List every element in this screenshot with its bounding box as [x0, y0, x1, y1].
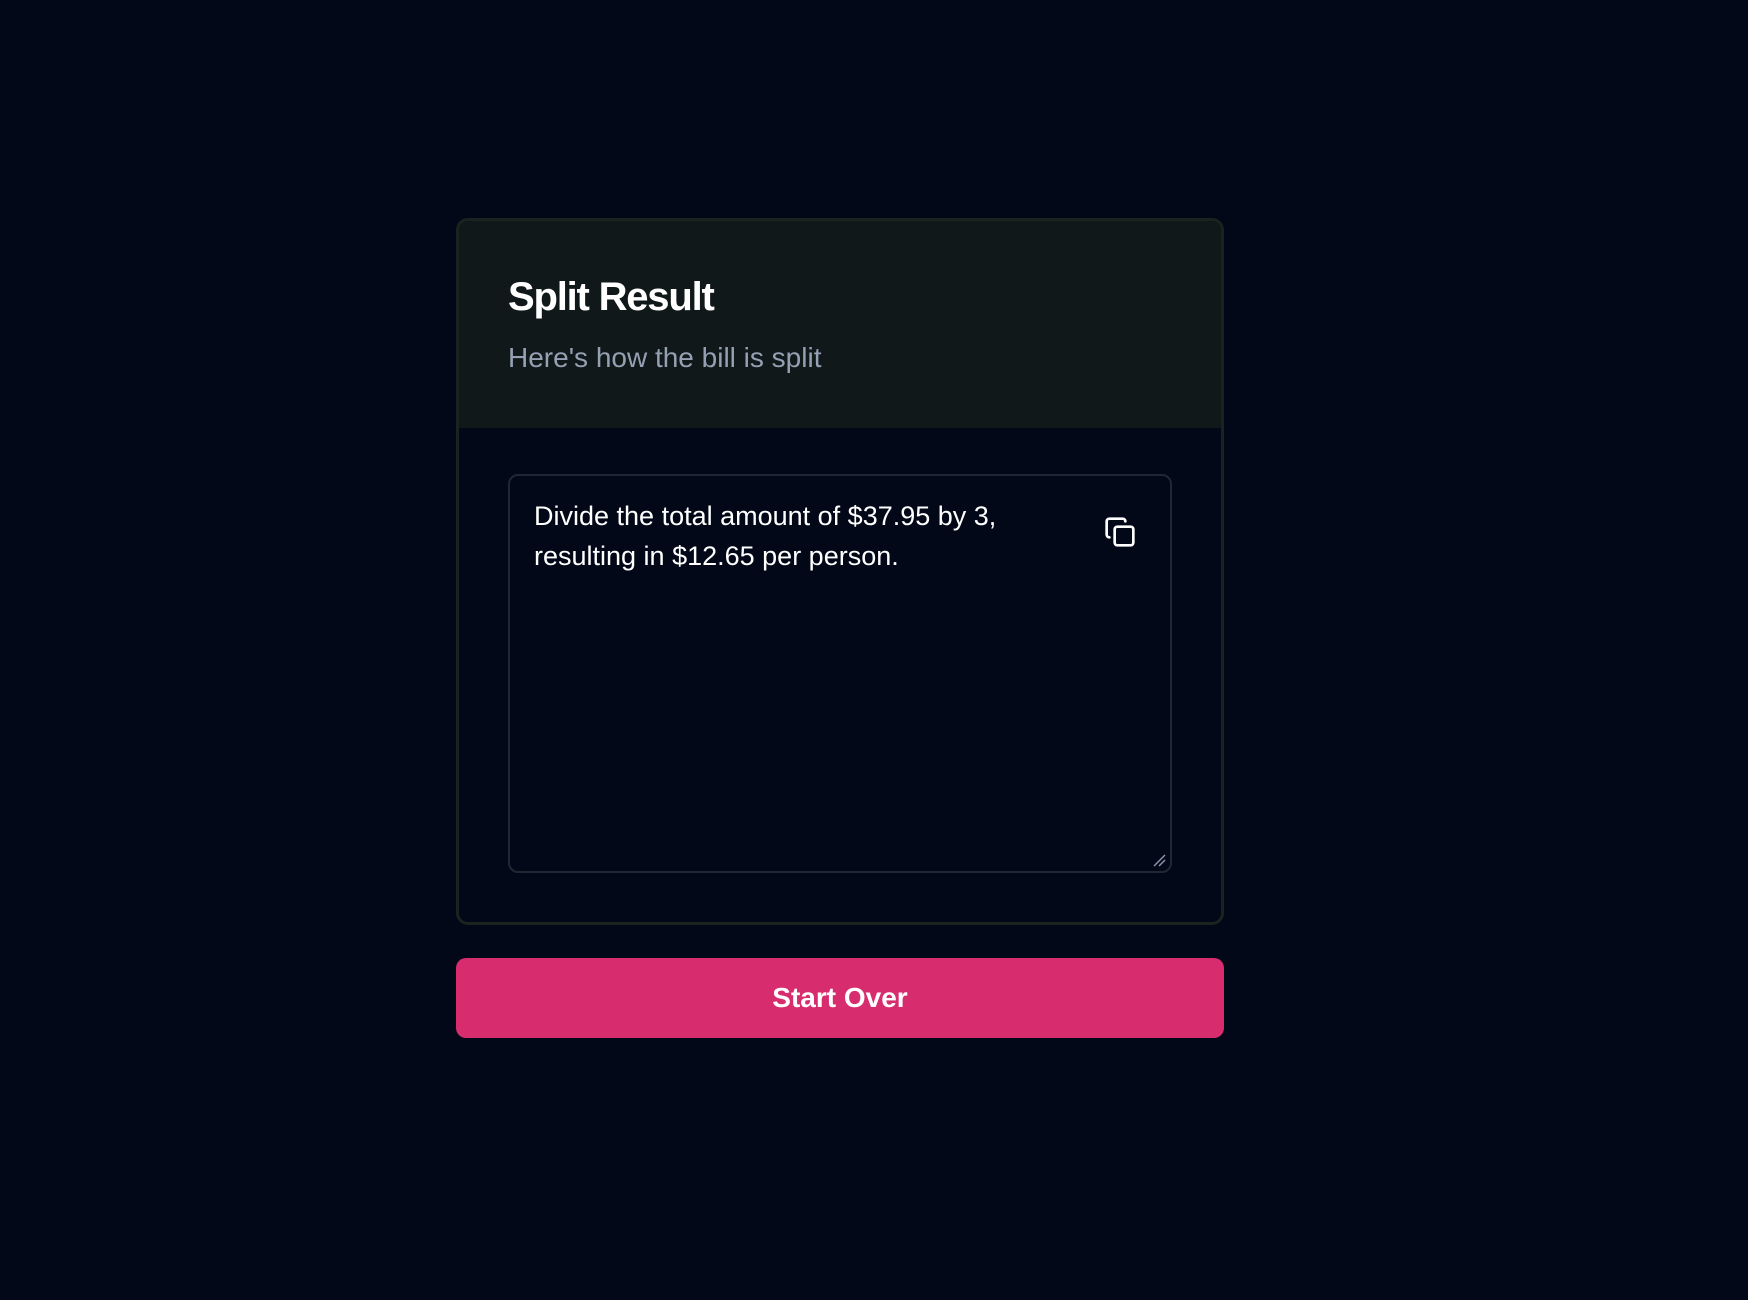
- copy-icon: [1105, 517, 1135, 547]
- copy-button[interactable]: [1100, 512, 1140, 552]
- split-result-card: Split Result Here's how the bill is spli…: [456, 218, 1224, 925]
- card-title: Split Result: [508, 275, 715, 319]
- card-subtitle: Here's how the bill is split: [508, 342, 822, 373]
- start-over-button[interactable]: Start Over: [456, 958, 1224, 1038]
- result-text[interactable]: Divide the total amount of $37.95 by 3, …: [534, 496, 1074, 576]
- card-header: Split Result Here's how the bill is spli…: [459, 221, 1221, 428]
- resize-handle-icon[interactable]: [1152, 853, 1166, 867]
- result-textarea[interactable]: Divide the total amount of $37.95 by 3, …: [508, 474, 1172, 873]
